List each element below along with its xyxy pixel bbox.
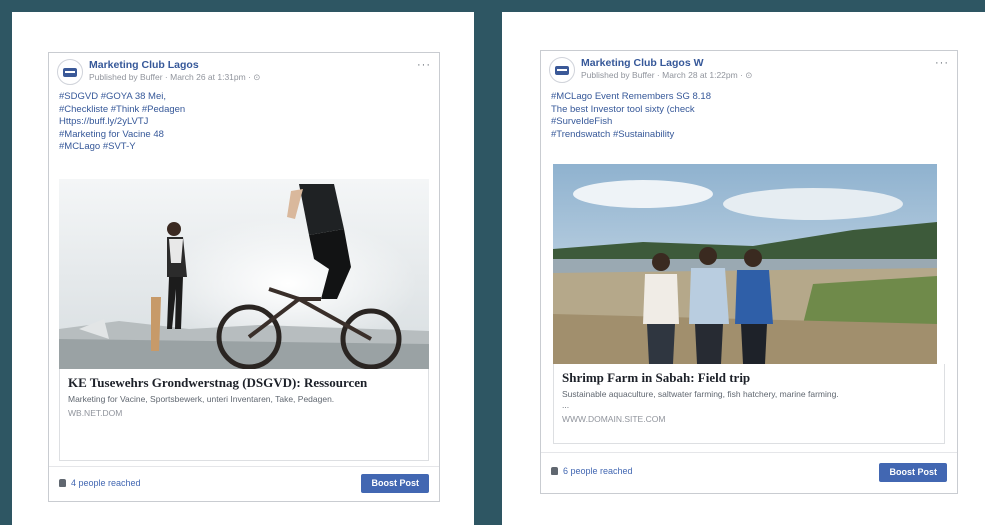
more-options-icon[interactable]: ···	[417, 59, 431, 71]
post-image-skaters[interactable]	[59, 179, 429, 369]
link-description-more: ...	[562, 400, 570, 410]
left-panel: Marketing Club Lagos Published by Buffer…	[12, 12, 474, 525]
page-name[interactable]: Marketing Club Lagos	[89, 59, 199, 71]
post-header: Marketing Club Lagos Published by Buffer…	[57, 59, 431, 87]
people-reached[interactable]: 4 people reached	[59, 478, 141, 488]
post-meta: Published by Buffer · March 28 at 1:22pm…	[581, 70, 753, 80]
person-icon	[551, 467, 558, 475]
post-text-line[interactable]: #MCLago #SVT-Y	[59, 141, 431, 154]
boost-post-button[interactable]: Boost Post	[361, 474, 429, 493]
post-text-line[interactable]: #MCLago Event Remembers SG 8.18	[551, 91, 949, 104]
more-options-icon[interactable]: ···	[935, 57, 949, 69]
post-text-line[interactable]: #SDGVD #GOYA 38 Mei,	[59, 91, 431, 104]
link-title[interactable]: KE Tusewehrs Grondwerstnag (DSGVD): Ress…	[68, 375, 420, 391]
link-title[interactable]: Shrimp Farm in Sabah: Field trip	[562, 370, 936, 386]
link-preview[interactable]: KE Tusewehrs Grondwerstnag (DSGVD): Ress…	[59, 369, 429, 461]
link-description: Marketing for Vacine, Sportsbewerk, unte…	[68, 394, 335, 404]
right-panel: Marketing Club Lagos W Published by Buff…	[502, 12, 985, 525]
post-footer: 6 people reached Boost Post	[541, 452, 957, 493]
shrimp-farm-photo	[553, 164, 937, 364]
page-name[interactable]: Marketing Club Lagos W	[581, 57, 704, 69]
post-text-line[interactable]: #SurveIdeFish	[551, 116, 949, 129]
page-logo-icon	[555, 65, 569, 75]
link-domain: WB.NET.DOM	[68, 408, 123, 418]
link-description: Sustainable aquaculture, saltwater farmi…	[562, 389, 839, 399]
page-avatar[interactable]	[549, 57, 575, 83]
page-avatar[interactable]	[57, 59, 83, 85]
link-preview[interactable]: Shrimp Farm in Sabah: Field trip Sustain…	[553, 364, 945, 444]
post-text-line[interactable]: #Trendswatch #Sustainability	[551, 129, 949, 142]
people-reached-label: 6 people reached	[563, 466, 633, 476]
post-text: #SDGVD #GOYA 38 Mei, #Checkliste #Think …	[59, 91, 431, 154]
boost-post-button[interactable]: Boost Post	[879, 463, 947, 482]
post-meta: Published by Buffer · March 26 at 1:31pm…	[89, 72, 261, 82]
skate-park-photo	[59, 179, 429, 369]
people-reached-label: 4 people reached	[71, 478, 141, 488]
people-reached[interactable]: 6 people reached	[551, 466, 633, 476]
page-logo-icon	[63, 67, 77, 77]
link-domain: WWW.DOMAIN.SITE.COM	[562, 414, 666, 424]
post-text-line[interactable]: Https://buff.ly/2yLVTJ	[59, 116, 431, 129]
post-card-left: Marketing Club Lagos Published by Buffer…	[48, 52, 440, 502]
post-header: Marketing Club Lagos W Published by Buff…	[549, 57, 949, 85]
post-image-shrimp-farm[interactable]	[553, 164, 937, 364]
post-footer: 4 people reached Boost Post	[49, 466, 439, 501]
post-text-line[interactable]: #Marketing for Vacine 48	[59, 129, 431, 142]
post-card-right: Marketing Club Lagos W Published by Buff…	[540, 50, 958, 494]
person-icon	[59, 479, 66, 487]
post-text: #MCLago Event Remembers SG 8.18 The best…	[551, 91, 949, 141]
post-text-line[interactable]: #Checkliste #Think #Pedagen	[59, 104, 431, 117]
post-text-line[interactable]: The best Investor tool sixty (check	[551, 104, 949, 117]
